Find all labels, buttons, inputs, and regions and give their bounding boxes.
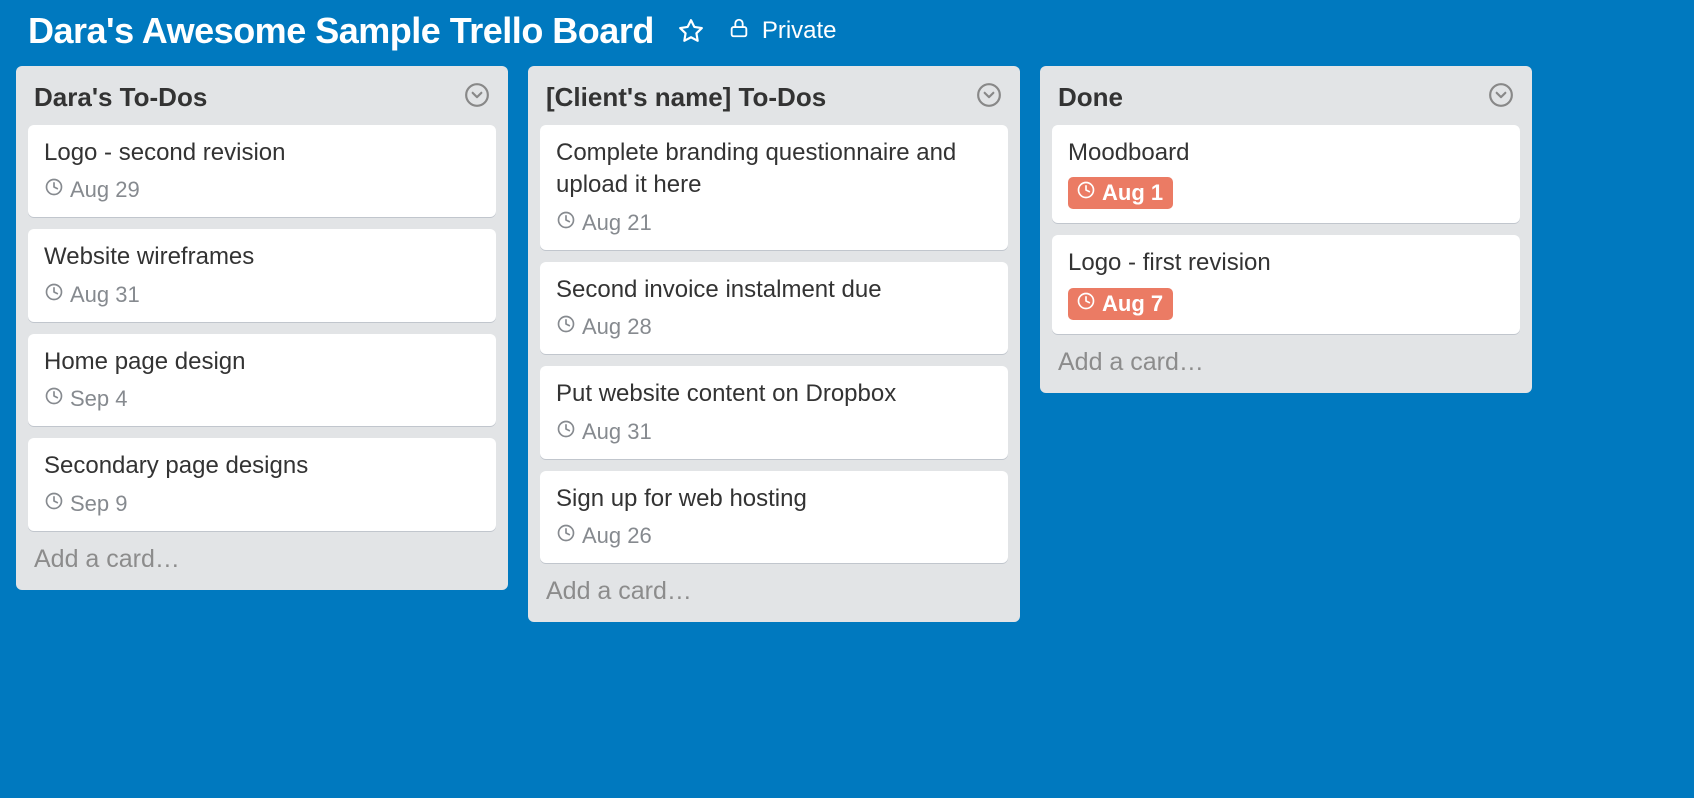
list-title[interactable]: Dara's To-Dos xyxy=(34,82,207,113)
card[interactable]: Put website content on Dropbox Aug 31 xyxy=(540,366,1008,458)
card-title: Home page design xyxy=(44,346,480,378)
list-menu-button[interactable] xyxy=(1488,82,1514,113)
list: [Client's name] To-Dos Complete branding … xyxy=(528,66,1020,622)
list-header: Done xyxy=(1040,66,1532,125)
card[interactable]: Complete branding questionnaire and uplo… xyxy=(540,125,1008,250)
card-badges: Aug 31 xyxy=(556,419,992,445)
due-date-text: Aug 26 xyxy=(582,523,652,549)
due-date-badge[interactable]: Aug 21 xyxy=(556,210,652,236)
card[interactable]: Secondary page designs Sep 9 xyxy=(28,438,496,530)
card-title: Put website content on Dropbox xyxy=(556,378,992,410)
card-title: Secondary page designs xyxy=(44,450,480,482)
list-title[interactable]: [Client's name] To-Dos xyxy=(546,82,826,113)
clock-icon xyxy=(556,419,576,445)
card[interactable]: Website wireframes Aug 31 xyxy=(28,229,496,321)
due-date-text: Aug 31 xyxy=(582,419,652,445)
due-date-text: Aug 21 xyxy=(582,210,652,236)
clock-icon xyxy=(44,282,64,308)
due-date-text: Aug 29 xyxy=(70,177,140,203)
chevron-down-circle-icon xyxy=(464,82,490,113)
clock-icon xyxy=(44,386,64,412)
list-title[interactable]: Done xyxy=(1058,82,1123,113)
card-title: Logo - second revision xyxy=(44,137,480,169)
list: Dara's To-Dos Logo - second revision Aug 2… xyxy=(16,66,508,590)
list-header: [Client's name] To-Dos xyxy=(528,66,1020,125)
add-card-button[interactable]: Add a card… xyxy=(528,563,1020,616)
clock-icon xyxy=(1076,180,1096,206)
due-date-badge[interactable]: Aug 1 xyxy=(1068,177,1173,209)
card[interactable]: Logo - second revision Aug 29 xyxy=(28,125,496,217)
card-badges: Aug 28 xyxy=(556,314,992,340)
due-date-badge[interactable]: Aug 7 xyxy=(1068,288,1173,320)
card-badges: Aug 26 xyxy=(556,523,992,549)
clock-icon xyxy=(44,491,64,517)
clock-icon xyxy=(556,523,576,549)
card[interactable]: Second invoice instalment due Aug 28 xyxy=(540,262,1008,354)
star-icon[interactable] xyxy=(678,18,704,44)
card[interactable]: Logo - first revision Aug 7 xyxy=(1052,235,1520,333)
chevron-down-circle-icon xyxy=(1488,82,1514,113)
board-title[interactable]: Dara's Awesome Sample Trello Board xyxy=(28,10,654,52)
board-header: Dara's Awesome Sample Trello Board Priva… xyxy=(0,0,1694,66)
card-badges: Sep 9 xyxy=(44,491,480,517)
card-title: Sign up for web hosting xyxy=(556,483,992,515)
card-title: Logo - first revision xyxy=(1068,247,1504,279)
due-date-badge[interactable]: Aug 31 xyxy=(44,282,140,308)
due-date-text: Aug 7 xyxy=(1102,291,1163,317)
privacy-label: Private xyxy=(762,17,837,45)
due-date-text: Sep 4 xyxy=(70,386,128,412)
card-badges: Sep 4 xyxy=(44,386,480,412)
due-date-text: Sep 9 xyxy=(70,491,128,517)
clock-icon xyxy=(556,314,576,340)
due-date-text: Aug 31 xyxy=(70,282,140,308)
due-date-badge[interactable]: Sep 9 xyxy=(44,491,128,517)
card[interactable]: Sign up for web hosting Aug 26 xyxy=(540,471,1008,563)
card-title: Second invoice instalment due xyxy=(556,274,992,306)
clock-icon xyxy=(44,177,64,203)
card-badges: Aug 29 xyxy=(44,177,480,203)
clock-icon xyxy=(556,210,576,236)
card-badges: Aug 21 xyxy=(556,210,992,236)
privacy-button[interactable]: Private xyxy=(728,17,837,46)
due-date-badge[interactable]: Aug 26 xyxy=(556,523,652,549)
chevron-down-circle-icon xyxy=(976,82,1002,113)
card-badges: Aug 7 xyxy=(1068,288,1504,320)
due-date-badge[interactable]: Aug 29 xyxy=(44,177,140,203)
card-title: Moodboard xyxy=(1068,137,1504,169)
card-badges: Aug 31 xyxy=(44,282,480,308)
card-title: Website wireframes xyxy=(44,241,480,273)
add-card-button[interactable]: Add a card… xyxy=(1040,334,1532,387)
list: Done Moodboard Aug 1 Logo - first revision A… xyxy=(1040,66,1532,393)
cards-container: Complete branding questionnaire and uplo… xyxy=(528,125,1020,563)
due-date-text: Aug 28 xyxy=(582,314,652,340)
due-date-text: Aug 1 xyxy=(1102,180,1163,206)
lock-icon xyxy=(728,17,750,46)
clock-icon xyxy=(1076,291,1096,317)
card-title: Complete branding questionnaire and uplo… xyxy=(556,137,992,202)
due-date-badge[interactable]: Sep 4 xyxy=(44,386,128,412)
list-menu-button[interactable] xyxy=(976,82,1002,113)
cards-container: Logo - second revision Aug 29 Website wire… xyxy=(16,125,508,531)
card[interactable]: Home page design Sep 4 xyxy=(28,334,496,426)
card[interactable]: Moodboard Aug 1 xyxy=(1052,125,1520,223)
list-header: Dara's To-Dos xyxy=(16,66,508,125)
list-menu-button[interactable] xyxy=(464,82,490,113)
lists-container: Dara's To-Dos Logo - second revision Aug 2… xyxy=(0,66,1694,622)
due-date-badge[interactable]: Aug 28 xyxy=(556,314,652,340)
add-card-button[interactable]: Add a card… xyxy=(16,531,508,584)
cards-container: Moodboard Aug 1 Logo - first revision Aug 7 xyxy=(1040,125,1532,334)
card-badges: Aug 1 xyxy=(1068,177,1504,209)
due-date-badge[interactable]: Aug 31 xyxy=(556,419,652,445)
